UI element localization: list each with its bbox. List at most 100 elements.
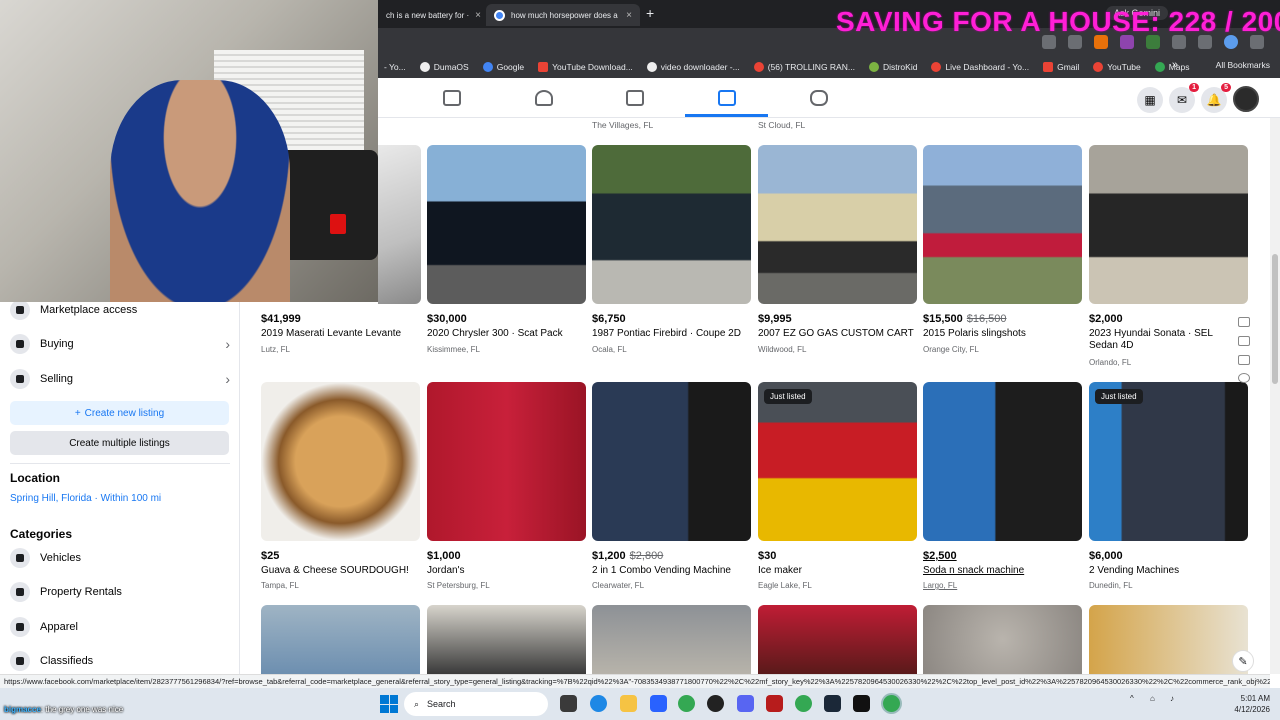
menu-grid-icon[interactable]: ▦	[1137, 87, 1163, 113]
bookmark[interactable]: (56) TROLLING RAN...	[753, 62, 855, 72]
sidebar-item-buying[interactable]: Buying ›	[10, 331, 230, 357]
listing-title[interactable]: Guava & Cheese SOURDOUGH!	[261, 565, 421, 577]
chrome-icon[interactable]	[883, 695, 900, 712]
listing-title[interactable]: 1987 Pontiac Firebird · Coupe 2D	[592, 328, 752, 340]
location-value[interactable]: Spring Hill, Florida · Within 100 mi	[10, 493, 161, 504]
listing-image[interactable]: Just listed	[1089, 382, 1248, 541]
browser-tab[interactable]: ch is a new battery for · ×	[378, 4, 484, 26]
comment-icon[interactable]	[1238, 355, 1250, 365]
chrome-icon[interactable]	[678, 695, 695, 712]
listing-image[interactable]	[1089, 605, 1248, 674]
listing-image[interactable]	[378, 145, 421, 304]
new-tab-button[interactable]: +	[646, 5, 654, 21]
avatar[interactable]	[1233, 86, 1259, 112]
listing-image[interactable]	[758, 605, 917, 674]
chrome-icon[interactable]	[795, 695, 812, 712]
more-bookmarks-icon[interactable]: »	[1172, 59, 1178, 71]
bookmark[interactable]: DistroKid	[868, 62, 917, 72]
listing-price: $9,995	[758, 313, 792, 325]
discord-icon[interactable]	[737, 695, 754, 712]
capcut-icon[interactable]	[853, 695, 870, 712]
clock[interactable]: 5:01 AM 4/12/2026	[1210, 693, 1270, 715]
category-classifieds[interactable]: Classifieds	[10, 648, 230, 674]
taskbar-search[interactable]: ⌕ Search	[404, 692, 548, 716]
listing-title[interactable]: 2020 Chrysler 300 · Scat Pack	[427, 328, 587, 340]
listing-image[interactable]	[923, 145, 1082, 304]
listing-title[interactable]: Soda n snack machine	[923, 565, 1083, 577]
listing-title[interactable]: 2 in 1 Combo Vending Machine	[592, 565, 752, 577]
listing-image[interactable]	[592, 382, 751, 541]
mic-icon[interactable]	[1238, 373, 1250, 383]
compose-icon[interactable]: ✎	[1232, 650, 1254, 672]
listing-image[interactable]	[1089, 145, 1248, 304]
close-icon[interactable]: ×	[626, 10, 632, 21]
listing-image[interactable]	[427, 605, 586, 674]
scrollbar[interactable]	[1270, 118, 1280, 674]
listing-title[interactable]: 2023 Hyundai Sonata · SEL Sedan 4D	[1089, 328, 1239, 352]
home-icon[interactable]	[443, 90, 461, 106]
sidebar-item-selling[interactable]: Selling ›	[10, 366, 230, 392]
notifications-icon[interactable]: 🔔 5	[1201, 83, 1231, 113]
play-icon[interactable]	[1238, 317, 1250, 327]
just-listed-badge: Just listed	[764, 389, 812, 404]
file-explorer-icon[interactable]	[620, 695, 637, 712]
obs-icon[interactable]	[707, 695, 724, 712]
bookmark[interactable]: Google	[482, 62, 525, 72]
volume-icon[interactable]: ♪	[1170, 693, 1174, 704]
date: 4/12/2026	[1234, 705, 1270, 714]
tab-label: ch is a new battery for ·	[386, 10, 470, 20]
bookmark-label: Google	[496, 62, 525, 72]
create-listing-button[interactable]: + Create new listing	[10, 401, 229, 425]
listing-price: $30,000	[427, 313, 467, 325]
listing-image[interactable]	[758, 145, 917, 304]
bookmark[interactable]: DumaOS	[419, 62, 469, 72]
listing-title[interactable]: 2 Vending Machines	[1089, 565, 1249, 577]
browser-tab-active[interactable]: how much horsepower does a ×	[486, 4, 640, 26]
red-cup	[330, 214, 346, 234]
bookmark[interactable]: video downloader -...	[646, 62, 740, 72]
listing-image[interactable]: Just listed	[758, 382, 917, 541]
bookmark-icon[interactable]	[1238, 336, 1250, 346]
friends-icon[interactable]	[535, 90, 553, 106]
marketplace-icon[interactable]	[718, 90, 736, 106]
video-icon[interactable]	[626, 90, 644, 106]
network-icon[interactable]: ⌂	[1150, 693, 1155, 704]
listing-image[interactable]	[427, 382, 586, 541]
listing-title[interactable]: Ice maker	[758, 565, 918, 577]
bookmark[interactable]: - Yo...	[384, 62, 406, 72]
listing-image[interactable]	[261, 605, 420, 674]
steam-icon[interactable]	[824, 695, 841, 712]
listing-image[interactable]	[261, 382, 420, 541]
bookmark-label: DumaOS	[433, 62, 469, 72]
category-property-rentals[interactable]: Property Rentals	[10, 579, 230, 605]
messenger-badge: 1	[1189, 83, 1199, 92]
taskbar	[0, 688, 1280, 720]
tray-chevron-icon[interactable]: ^	[1130, 693, 1134, 704]
acrobat-icon[interactable]	[766, 695, 783, 712]
bookmark[interactable]: Live Dashboard - Yo...	[931, 62, 1029, 72]
bookmark[interactable]: YouTube	[1093, 62, 1141, 72]
listing-title[interactable]: 2019 Maserati Levante Levante	[261, 328, 421, 340]
listing-image[interactable]	[427, 145, 586, 304]
all-bookmarks-button[interactable]: All Bookmarks	[1216, 60, 1270, 70]
listing-image[interactable]	[592, 605, 751, 674]
listing-image[interactable]	[923, 605, 1082, 674]
listing-title[interactable]: 2015 Polaris slingshots	[923, 328, 1083, 340]
scrollbar-thumb[interactable]	[1272, 254, 1278, 384]
edge-icon[interactable]	[590, 695, 607, 712]
gaming-icon[interactable]	[810, 90, 828, 106]
category-apparel[interactable]: Apparel	[10, 614, 230, 640]
task-view-icon[interactable]	[560, 695, 577, 712]
listing-image[interactable]	[923, 382, 1082, 541]
category-vehicles[interactable]: Vehicles	[10, 545, 230, 571]
listing-title[interactable]: Jordan's	[427, 565, 587, 577]
messenger-icon[interactable]: ✉ 1	[1169, 83, 1199, 113]
listing-title[interactable]: 2007 EZ GO GAS CUSTOM CART	[758, 328, 918, 340]
windows-start-icon[interactable]	[380, 695, 398, 713]
listing-image[interactable]	[592, 145, 751, 304]
bookmark[interactable]: YouTube Download...	[538, 62, 633, 72]
create-multiple-listings-button[interactable]: Create multiple listings	[10, 431, 229, 455]
bookmark[interactable]: Gmail	[1043, 62, 1079, 72]
close-icon[interactable]: ×	[475, 10, 481, 21]
store-icon[interactable]	[650, 695, 667, 712]
